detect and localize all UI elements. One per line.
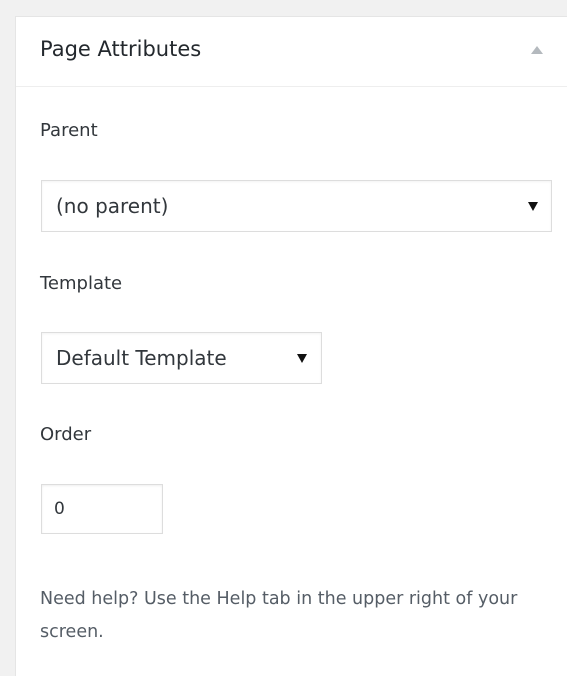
template-label: Template — [40, 273, 123, 294]
caret-down-icon — [528, 202, 538, 211]
page-attributes-panel: Page Attributes Parent (no parent) Templ… — [15, 16, 567, 676]
caret-down-icon — [297, 354, 307, 363]
parent-select[interactable]: (no parent) — [41, 180, 552, 232]
parent-label: Parent — [40, 120, 98, 141]
arrow-up-icon[interactable] — [531, 46, 543, 54]
panel-title: Page Attributes — [40, 37, 202, 61]
parent-select-value: (no parent) — [56, 194, 169, 218]
order-input[interactable] — [41, 484, 163, 534]
help-text: Need help? Use the Help tab in the upper… — [40, 589, 518, 642]
order-label: Order — [40, 424, 92, 445]
panel-header: Page Attributes — [16, 17, 567, 87]
template-select[interactable]: Default Template — [41, 332, 322, 384]
template-select-value: Default Template — [56, 346, 227, 370]
